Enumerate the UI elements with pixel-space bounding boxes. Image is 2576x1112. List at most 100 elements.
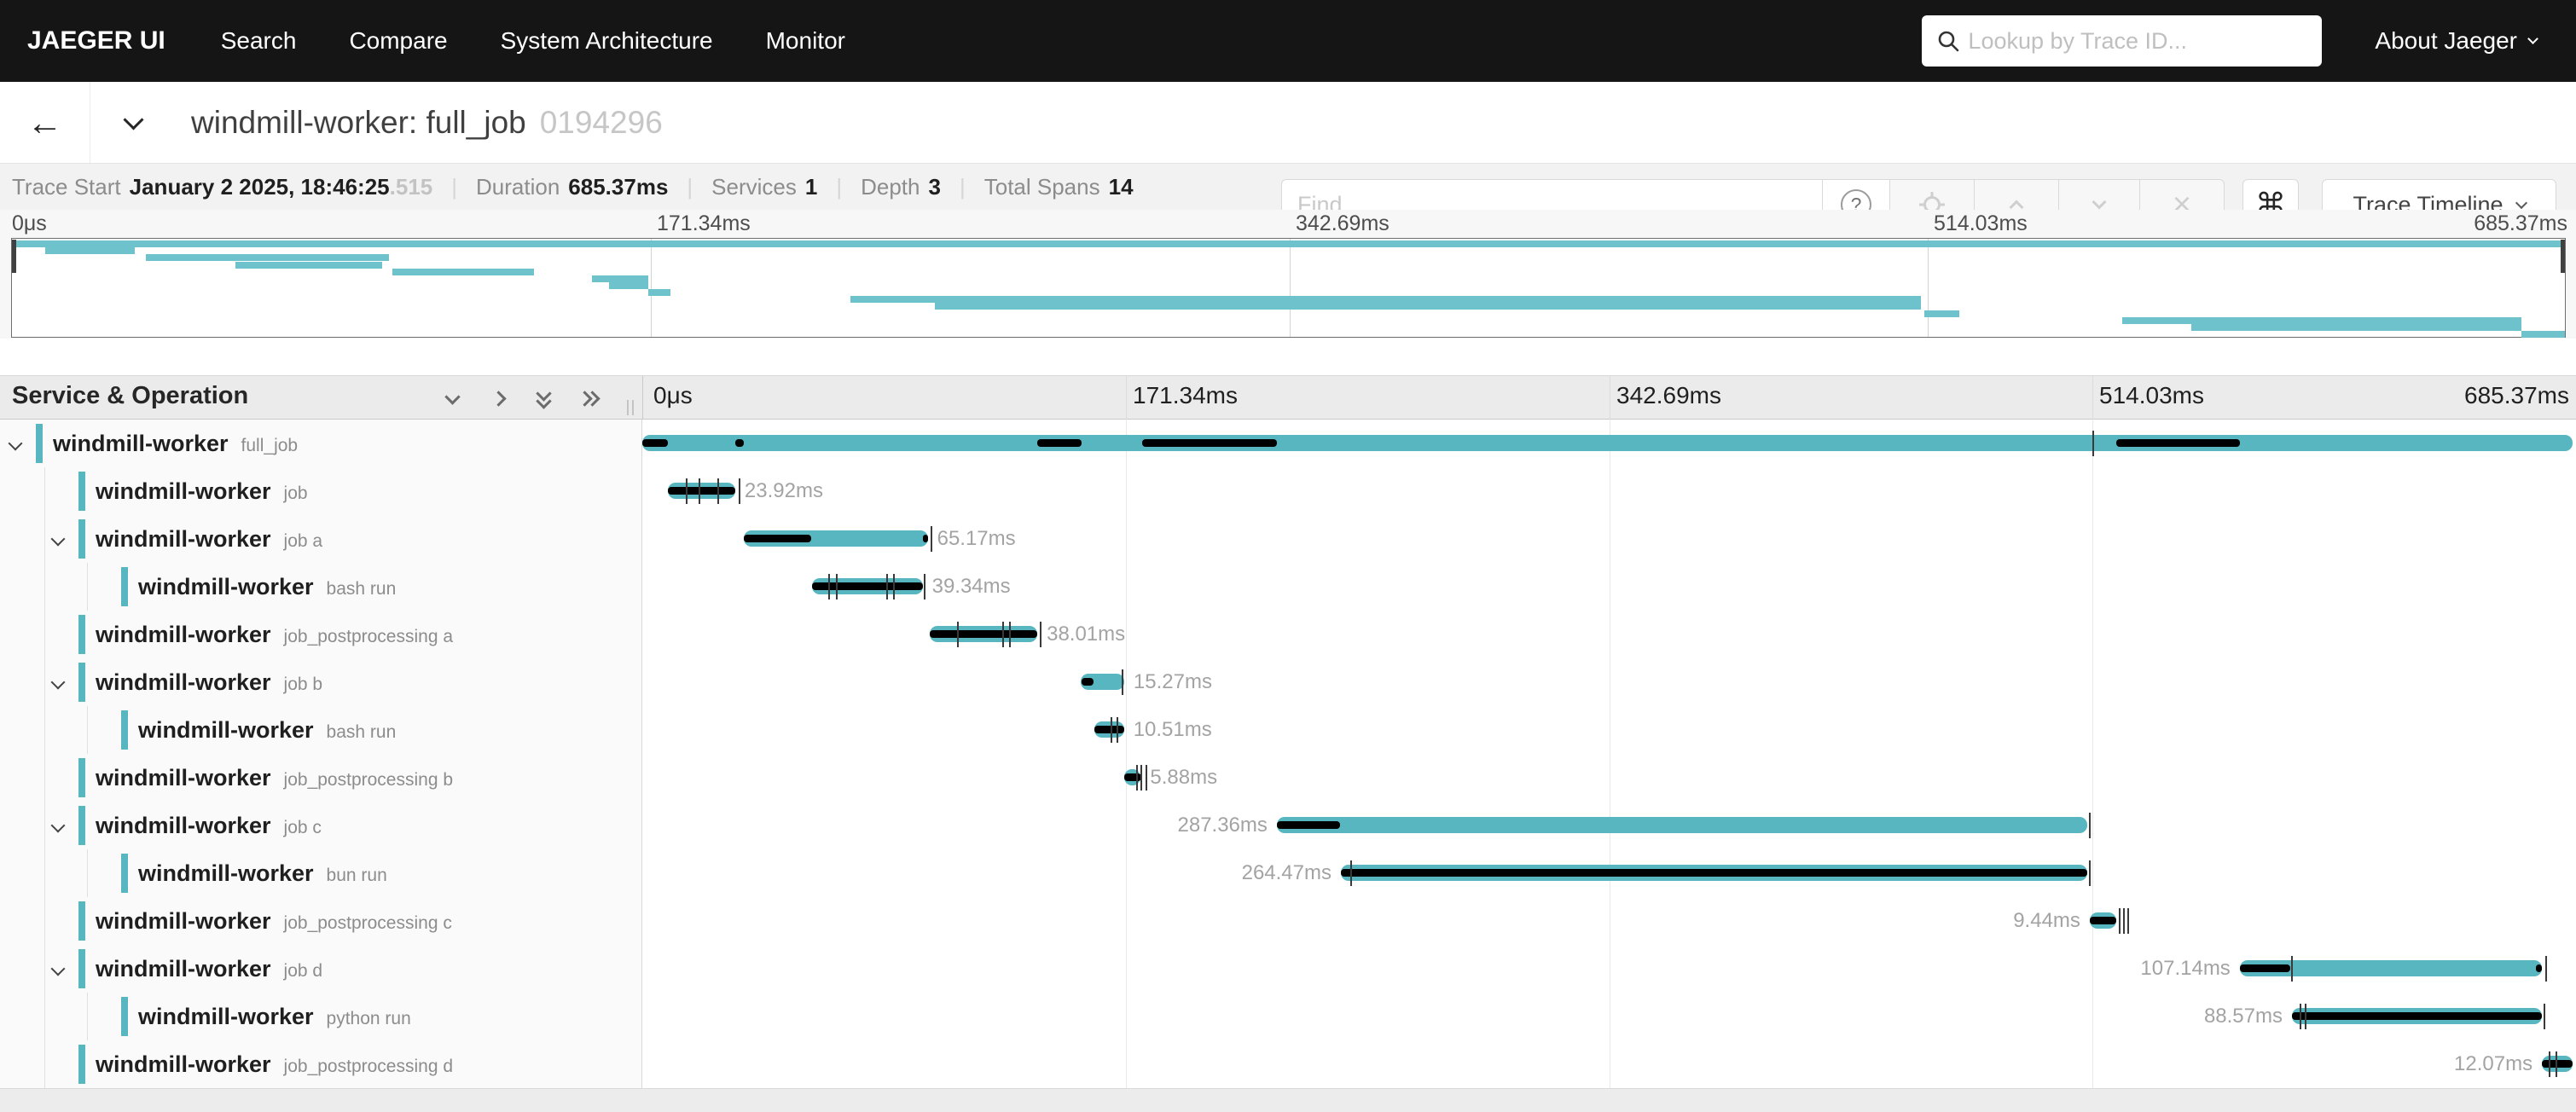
expand-caret-icon[interactable] — [51, 819, 66, 833]
tree-guide-line — [87, 563, 88, 611]
span-event-tick — [2127, 908, 2129, 934]
critical-path-segment — [1124, 773, 1141, 781]
critical-path-segment — [2090, 917, 2116, 924]
span-row[interactable]: windmill-workerjob_postprocessing d12.07… — [0, 1040, 2576, 1088]
minimap-span-bar — [850, 296, 1922, 303]
chevron-down-icon — [2527, 33, 2538, 44]
nav-item-monitor[interactable]: Monitor — [740, 27, 872, 55]
summary-label: Depth — [861, 174, 920, 200]
span-row[interactable]: windmill-workerjob d107.14ms — [0, 945, 2576, 993]
span-duration-label: 287.36ms — [1178, 802, 1268, 849]
span-row[interactable]: windmill-workerjob_postprocessing b5.88m… — [0, 754, 2576, 802]
span-row[interactable]: windmill-workerbash run10.51ms — [0, 706, 2576, 754]
expand-caret-icon[interactable] — [51, 675, 66, 690]
span-event-tick — [2123, 908, 2125, 934]
span-color-strip — [78, 901, 85, 941]
app-logo[interactable]: JAEGER UI — [27, 26, 165, 55]
span-event-tick — [957, 622, 959, 647]
nav-item-system-architecture[interactable]: System Architecture — [474, 27, 740, 55]
back-button[interactable]: ← — [0, 82, 90, 163]
nav-items: SearchCompareSystem ArchitectureMonitor — [194, 27, 872, 55]
minimap-right-handle[interactable] — [2561, 240, 2565, 273]
span-name-cell[interactable]: windmill-workerpython run — [138, 993, 411, 1045]
tree-guide-line — [44, 515, 45, 563]
span-name-cell[interactable]: windmill-workerbash run — [138, 706, 396, 758]
span-name-cell[interactable]: windmill-workerjob d — [96, 945, 322, 997]
tree-guide-line — [44, 467, 45, 515]
span-name-cell[interactable]: windmill-workerfull_job — [53, 420, 298, 472]
span-name-cell[interactable]: windmill-workerjob — [96, 467, 308, 519]
span-name-cell[interactable]: windmill-workerbun run — [138, 849, 387, 901]
span-row[interactable]: windmill-workerbash run39.34ms — [0, 563, 2576, 611]
expand-caret-icon[interactable] — [9, 437, 23, 451]
collapse-all-icon[interactable] — [534, 388, 556, 410]
span-row[interactable]: windmill-workerpython run88.57ms — [0, 993, 2576, 1040]
minimap-left-handle[interactable] — [12, 240, 16, 273]
collapse-trace-detail-caret[interactable] — [123, 109, 143, 130]
span-color-strip — [78, 472, 85, 511]
span-service-name: windmill-worker — [96, 1051, 271, 1077]
column-divider — [642, 376, 643, 420]
span-name-cell[interactable]: windmill-workerjob_postprocessing c — [96, 897, 452, 949]
span-name-cell[interactable]: windmill-workerjob a — [96, 515, 322, 567]
collapse-one-icon[interactable] — [443, 388, 465, 410]
span-name-cell[interactable]: windmill-workerjob c — [96, 802, 322, 854]
span-event-tick — [2556, 1051, 2557, 1077]
span-row[interactable]: windmill-workerfull_job — [0, 420, 2576, 467]
timeline-gridline — [2092, 376, 2093, 420]
summary-label: Duration — [476, 174, 560, 200]
minimap-span-bar — [1924, 310, 1959, 317]
minimap-span-bar — [235, 262, 382, 269]
minimap-span-bar — [2191, 324, 2521, 331]
span-row[interactable]: windmill-workerjob_postprocessing a38.01… — [0, 611, 2576, 658]
expand-one-icon[interactable] — [489, 388, 511, 410]
critical-path-segment — [2542, 1060, 2573, 1068]
expand-all-icon[interactable] — [578, 388, 600, 410]
span-row[interactable]: windmill-workerjob b15.27ms — [0, 658, 2576, 706]
tree-guide-line — [44, 563, 45, 611]
span-name-cell[interactable]: windmill-worker job_postprocessing d — [96, 1040, 453, 1088]
span-event-tick — [2089, 813, 2091, 838]
span-name-cell[interactable]: windmill-workerjob_postprocessing a — [96, 611, 453, 663]
trace-minimap[interactable] — [11, 238, 2566, 338]
span-bar[interactable] — [1277, 817, 2088, 833]
tree-guide-line — [87, 993, 88, 1040]
minimap-wrap — [0, 237, 2576, 339]
expand-caret-icon[interactable] — [51, 532, 66, 547]
expand-caret-icon[interactable] — [51, 962, 66, 976]
span-operation-name: job_postprocessing d — [284, 1057, 453, 1076]
span-color-strip — [78, 615, 85, 654]
span-operation-name: job c — [284, 818, 322, 837]
critical-path-segment — [1341, 869, 2087, 877]
nav-item-compare[interactable]: Compare — [322, 27, 473, 55]
span-row[interactable]: windmill-workerjob_postprocessing c9.44m… — [0, 897, 2576, 945]
column-resize-handle[interactable] — [625, 400, 635, 415]
trace-lookup-input[interactable] — [1968, 28, 2322, 55]
span-event-tick — [893, 574, 895, 599]
span-color-strip — [78, 806, 85, 845]
minimap-span-bar — [592, 275, 649, 282]
span-name-cell[interactable]: windmill-workerjob b — [96, 658, 322, 710]
span-name-cell[interactable]: windmill-workerjob_postprocessing b — [96, 754, 453, 806]
minimap-tick-labels: 0μs171.34ms342.69ms514.03ms685.37ms — [0, 210, 2576, 237]
nav-item-search[interactable]: Search — [194, 27, 323, 55]
span-bar[interactable] — [642, 435, 2573, 451]
span-color-strip — [78, 949, 85, 988]
span-row[interactable]: windmill-workerjob a65.17ms — [0, 515, 2576, 563]
span-row[interactable]: windmill-workerjob c287.36ms — [0, 802, 2576, 849]
summary-value: 1 — [805, 174, 817, 200]
timeline-tick-label: 171.34ms — [1133, 382, 1238, 409]
span-operation-name: job_postprocessing b — [284, 770, 453, 790]
about-jaeger-menu[interactable]: About Jaeger — [2375, 27, 2537, 55]
minimap-span-bar — [146, 254, 389, 261]
minimap-span-bar — [935, 303, 1921, 310]
span-row[interactable]: windmill-workerbun run264.47ms — [0, 849, 2576, 897]
span-row[interactable]: windmill-workerjob23.92ms — [0, 467, 2576, 515]
span-name-cell[interactable]: windmill-workerbash run — [138, 563, 396, 615]
summary-separator: | — [687, 174, 693, 200]
summary-value: 685.37ms — [568, 174, 668, 200]
tree-guide-line — [44, 945, 45, 993]
critical-path-segment — [735, 439, 744, 447]
minimap-gridline — [1928, 239, 1929, 337]
span-service-name: windmill-worker — [138, 860, 314, 886]
